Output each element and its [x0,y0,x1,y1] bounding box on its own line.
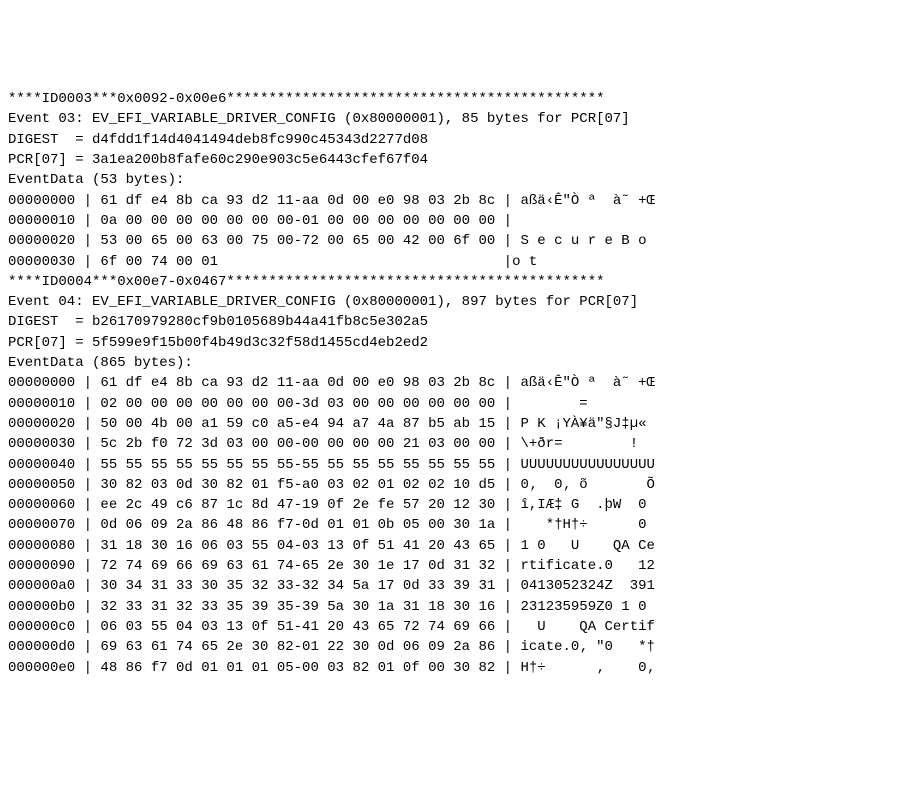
hex-line: 00000070 | 0d 06 09 2a 86 48 86 f7-0d 01… [8,515,893,535]
hex-line: 00000090 | 72 74 69 66 69 63 61 74-65 2e… [8,556,893,576]
hex-line: EventData (53 bytes): [8,170,893,190]
hex-line: 00000010 | 0a 00 00 00 00 00 00 00-01 00… [8,211,893,231]
hex-line: Event 03: EV_EFI_VARIABLE_DRIVER_CONFIG … [8,109,893,129]
hex-line: DIGEST = b26170979280cf9b0105689b44a41fb… [8,312,893,332]
hex-line: 00000060 | ee 2c 49 c6 87 1c 8d 47-19 0f… [8,495,893,515]
hex-line: EventData (865 bytes): [8,353,893,373]
hex-line: 00000030 | 5c 2b f0 72 3d 03 00 00-00 00… [8,434,893,454]
hex-line: 00000030 | 6f 00 74 00 01 |o t [8,252,893,272]
hex-line: ****ID0004***0x00e7-0x0467**************… [8,272,893,292]
hex-line: Event 04: EV_EFI_VARIABLE_DRIVER_CONFIG … [8,292,893,312]
hex-line: 00000020 | 50 00 4b 00 a1 59 c0 a5-e4 94… [8,414,893,434]
hex-line: 000000e0 | 48 86 f7 0d 01 01 01 05-00 03… [8,658,893,678]
hex-line: PCR[07] = 5f599e9f15b00f4b49d3c32f58d145… [8,333,893,353]
hex-line: 000000c0 | 06 03 55 04 03 13 0f 51-41 20… [8,617,893,637]
hex-line: 00000000 | 61 df e4 8b ca 93 d2 11-aa 0d… [8,373,893,393]
event-log-hexdump: ****ID0003***0x0092-0x00e6**************… [8,89,893,678]
hex-line: 000000d0 | 69 63 61 74 65 2e 30 82-01 22… [8,637,893,657]
hex-line: 00000020 | 53 00 65 00 63 00 75 00-72 00… [8,231,893,251]
hex-line: PCR[07] = 3a1ea200b8fafe60c290e903c5e644… [8,150,893,170]
hex-line: 00000040 | 55 55 55 55 55 55 55 55-55 55… [8,455,893,475]
hex-line: ****ID0003***0x0092-0x00e6**************… [8,89,893,109]
hex-line: 00000050 | 30 82 03 0d 30 82 01 f5-a0 03… [8,475,893,495]
hex-line: DIGEST = d4fdd1f14d4041494deb8fc990c4534… [8,130,893,150]
hex-line: 000000b0 | 32 33 31 32 33 35 39 35-39 5a… [8,597,893,617]
hex-line: 000000a0 | 30 34 31 33 30 35 32 33-32 34… [8,576,893,596]
hex-line: 00000010 | 02 00 00 00 00 00 00 00-3d 03… [8,394,893,414]
hex-line: 00000000 | 61 df e4 8b ca 93 d2 11-aa 0d… [8,191,893,211]
hex-line: 00000080 | 31 18 30 16 06 03 55 04-03 13… [8,536,893,556]
